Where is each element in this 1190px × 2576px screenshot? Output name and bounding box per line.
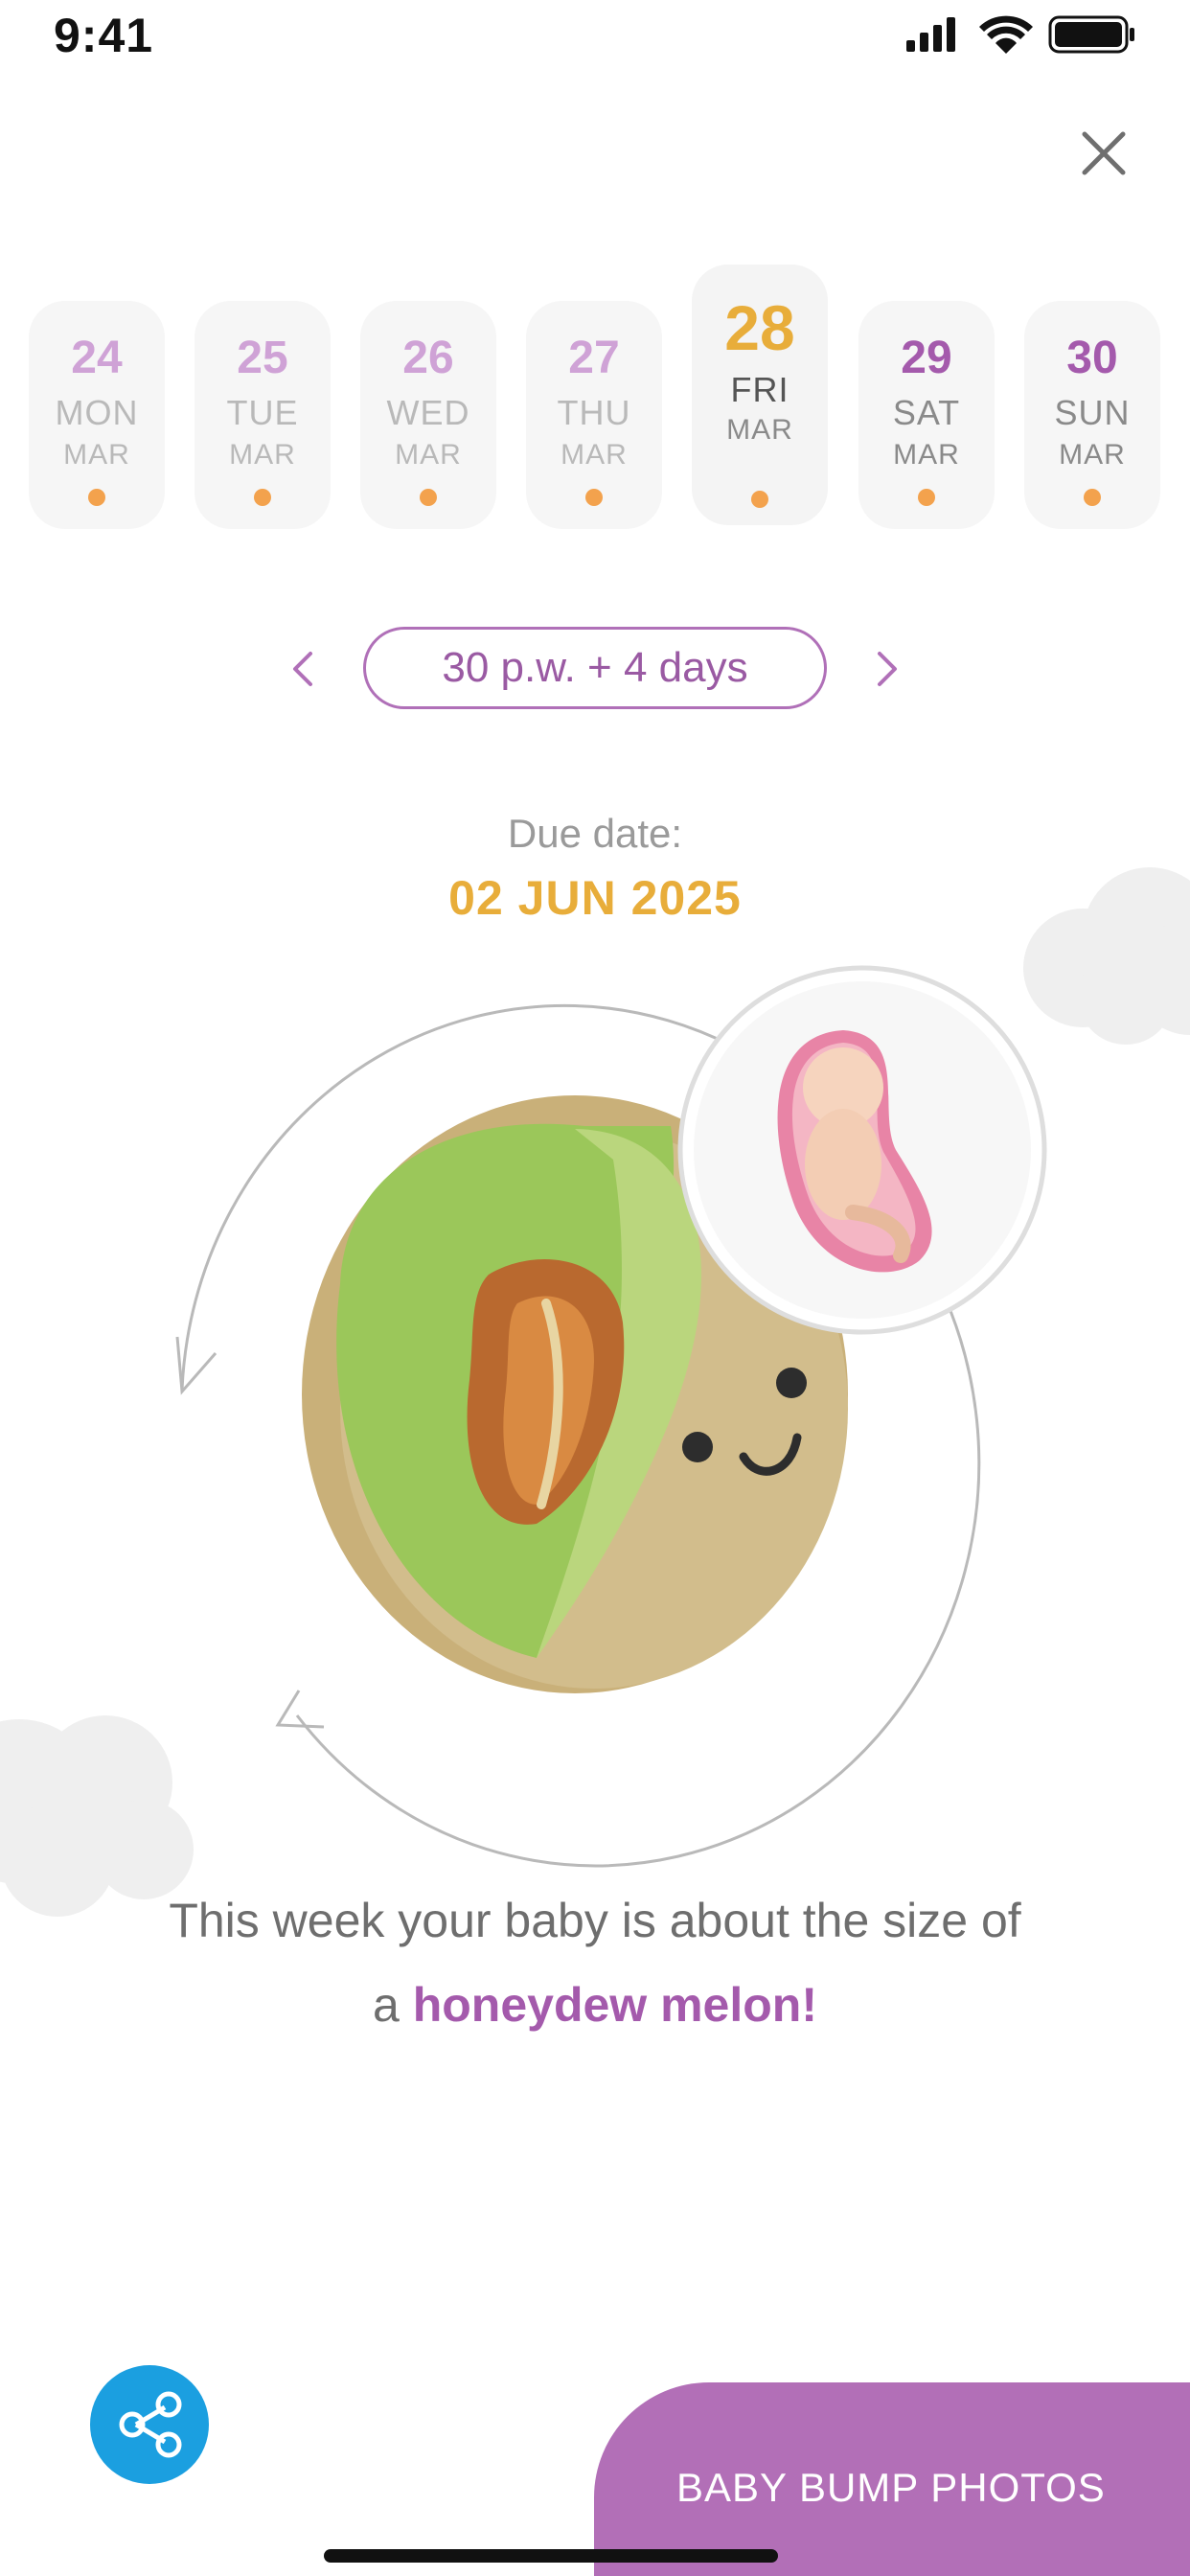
day-number: 29 [901,333,952,383]
home-indicator [324,2549,778,2563]
day-marker-dot [88,489,105,506]
share-button[interactable] [90,2365,209,2484]
day-month: MAR [395,439,462,471]
day-month: MAR [726,414,793,446]
share-icon [119,2391,182,2458]
day-marker-dot [751,491,768,508]
day-number: 27 [568,333,620,383]
day-number: 24 [71,333,123,383]
day-month: MAR [1059,439,1126,471]
status-time: 9:41 [54,9,154,62]
day-name: WED [386,393,470,432]
day-name: FRI [730,370,790,409]
previous-week-button[interactable] [284,640,322,698]
day-card-mon[interactable]: 24 MON MAR [29,301,165,529]
day-name: THU [557,393,631,432]
chevron-left-icon [293,652,312,686]
day-marker-dot [585,489,603,506]
wifi-icon [979,15,1033,54]
cloud-right [1023,867,1190,1045]
next-week-button[interactable] [868,640,906,698]
day-marker-dot [1084,489,1101,506]
day-card-fri[interactable]: 28 FRI MAR [692,264,828,525]
day-month: MAR [893,439,960,471]
status-icons [906,15,1134,54]
size-comparison: This week your baby is about the size of… [57,1878,1133,2047]
battery-icon [1048,15,1134,54]
day-name: SAT [892,393,961,432]
day-card-sat[interactable]: 29 SAT MAR [858,301,995,529]
day-number: 28 [724,292,795,363]
chevron-right-icon [878,652,897,686]
signal-icon [906,17,955,52]
baby-bump-photos-button[interactable]: BABY BUMP PHOTOS [594,2382,1190,2576]
week-label: 30 p.w. + 4 days [363,627,827,709]
day-number: 25 [237,333,288,383]
day-name: MON [55,393,139,432]
day-marker-dot [420,489,437,506]
day-card-wed[interactable]: 26 WED MAR [360,301,496,529]
day-month: MAR [63,439,130,471]
day-card-sun[interactable]: 30 SUN MAR [1024,301,1160,529]
day-month: MAR [561,439,628,471]
day-card-tue[interactable]: 25 TUE MAR [195,301,331,529]
close-icon [1082,131,1126,175]
close-button[interactable] [1065,115,1142,192]
day-name: TUE [226,393,299,432]
day-number: 26 [402,333,454,383]
day-marker-dot [918,489,935,506]
day-marker-dot [254,489,271,506]
size-article: a [373,1978,400,2032]
melon-illustration [0,867,1190,1917]
day-name: SUN [1054,393,1131,432]
day-card-thu[interactable]: 27 THU MAR [526,301,662,529]
day-month: MAR [229,439,296,471]
size-fruit: honeydew melon! [412,1978,817,2032]
size-prefix: This week your baby is about the size of [169,1894,1021,1947]
day-number: 30 [1066,333,1118,383]
